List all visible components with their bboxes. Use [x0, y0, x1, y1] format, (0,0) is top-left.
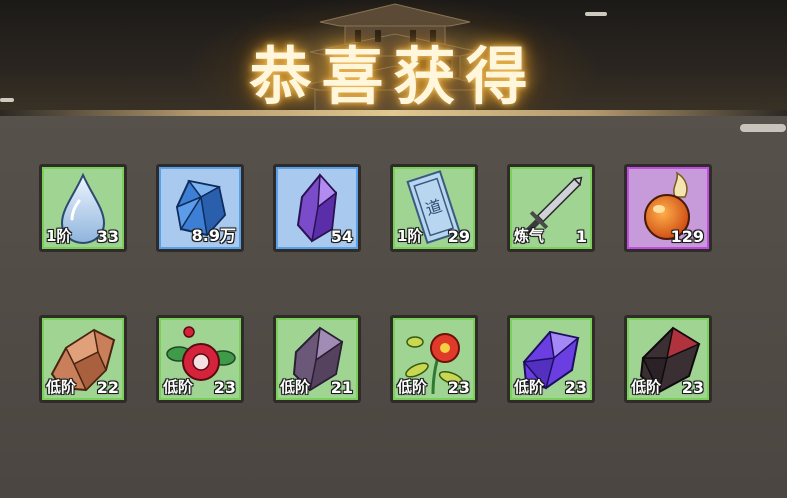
item-tier: 1阶: [46, 227, 72, 245]
reward-banner: 恭喜获得: [0, 0, 787, 114]
reward-item[interactable]: 129: [624, 164, 712, 252]
item-count: 23: [447, 378, 470, 397]
reward-title: 恭喜获得: [249, 40, 538, 113]
item-tier: 低阶: [280, 378, 311, 396]
item-tier: 1阶: [397, 227, 423, 245]
item-count: 21: [330, 378, 353, 397]
item-count: 22: [96, 378, 119, 397]
item-count: 23: [564, 378, 587, 397]
reward-item[interactable]: 低阶 23: [507, 315, 595, 403]
item-count: 1: [575, 227, 587, 246]
item-tier: 低阶: [46, 378, 77, 396]
reward-item[interactable]: 1阶 33: [39, 164, 127, 252]
reward-item[interactable]: 54: [273, 164, 361, 252]
scroll-indicator: [740, 124, 786, 132]
reward-item[interactable]: 道 1阶 29: [390, 164, 478, 252]
reward-item[interactable]: 低阶 22: [39, 315, 127, 403]
item-tier: 低阶: [163, 378, 194, 396]
item-tier: 低阶: [631, 378, 662, 396]
reward-item[interactable]: 低阶 21: [273, 315, 361, 403]
item-count: 129: [670, 227, 704, 246]
reward-item[interactable]: 8.9万: [156, 164, 244, 252]
reward-item[interactable]: 低阶 23: [624, 315, 712, 403]
item-count: 33: [96, 227, 119, 246]
reward-item[interactable]: 低阶 23: [156, 315, 244, 403]
item-tier: 炼气: [514, 227, 545, 245]
item-count: 8.9万: [191, 226, 236, 245]
item-count: 23: [681, 378, 704, 397]
reward-item[interactable]: 炼气 1: [507, 164, 595, 252]
item-tier: 低阶: [397, 378, 428, 396]
reward-item[interactable]: 低阶 23: [390, 315, 478, 403]
item-count: 29: [447, 227, 470, 246]
cloud-icon: [585, 12, 607, 16]
item-count: 23: [213, 378, 236, 397]
item-count: 54: [330, 227, 353, 246]
item-tier: 低阶: [514, 378, 545, 396]
